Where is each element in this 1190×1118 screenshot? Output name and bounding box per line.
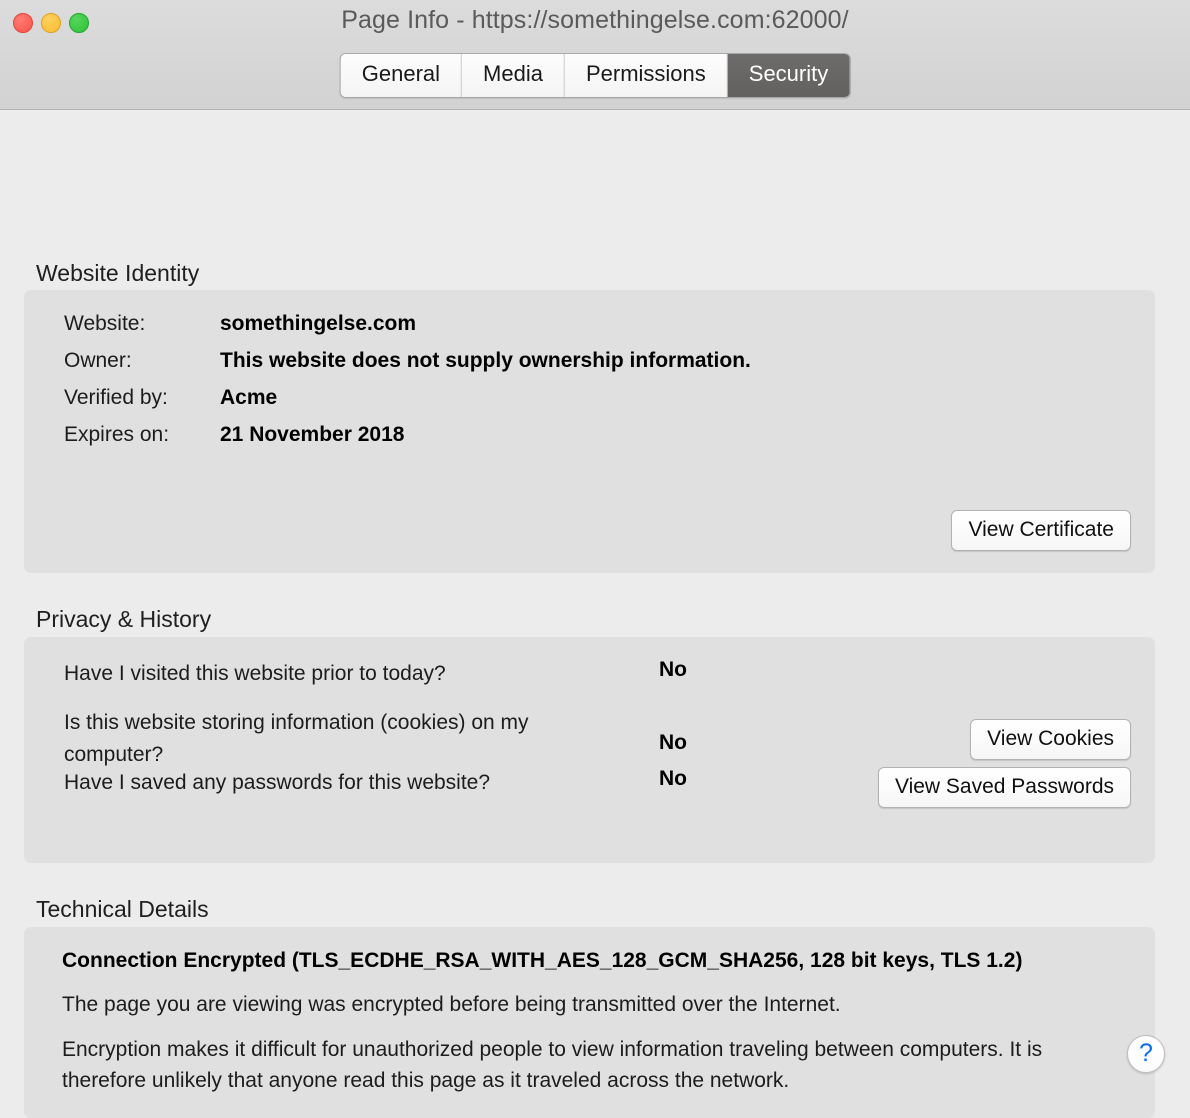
view-saved-passwords-button[interactable]: View Saved Passwords	[878, 767, 1131, 808]
identity-label-expires-on: Expires on:	[64, 423, 220, 447]
website-identity-heading: Website Identity	[36, 260, 199, 287]
identity-label-owner: Owner:	[64, 349, 220, 373]
privacy-history-heading: Privacy & History	[36, 606, 211, 633]
identity-row-expires-on: Expires on: 21 November 2018	[64, 423, 1155, 460]
view-cookies-button-wrap: View Cookies	[970, 719, 1131, 760]
view-certificate-button[interactable]: View Certificate	[951, 510, 1131, 551]
identity-label-website: Website:	[64, 312, 220, 336]
privacy-answer-cookies: No	[659, 731, 739, 755]
identity-row-owner: Owner: This website does not supply owne…	[64, 349, 1155, 386]
technical-details-paragraph-2: Encryption makes it difficult for unauth…	[62, 1034, 1127, 1096]
window-titlebar: Page Info - https://somethingelse.com:62…	[0, 0, 1190, 110]
tab-media[interactable]: Media	[462, 54, 565, 97]
identity-value-expires-on: 21 November 2018	[220, 423, 404, 447]
identity-label-verified-by: Verified by:	[64, 386, 220, 410]
identity-row-verified-by: Verified by: Acme	[64, 386, 1155, 423]
privacy-answer-visited: No	[659, 658, 739, 682]
security-panel-content: Website Identity Website: somethingelse.…	[0, 110, 1190, 1096]
technical-details-body: Connection Encrypted (TLS_ECDHE_RSA_WITH…	[24, 927, 1155, 1097]
tab-security[interactable]: Security	[728, 54, 849, 97]
privacy-history-panel: Have I visited this website prior to tod…	[24, 637, 1155, 863]
help-icon[interactable]: ?	[1127, 1035, 1165, 1073]
tab-general[interactable]: General	[341, 54, 462, 97]
connection-encrypted-heading: Connection Encrypted (TLS_ECDHE_RSA_WITH…	[62, 947, 1127, 974]
privacy-row-cookies: Is this website storing information (coo…	[64, 707, 1131, 770]
privacy-question-visited: Have I visited this website prior to tod…	[64, 658, 624, 690]
identity-value-verified-by: Acme	[220, 386, 277, 410]
tab-bar: General Media Permissions Security	[340, 53, 851, 98]
tab-permissions[interactable]: Permissions	[565, 54, 728, 97]
privacy-row-passwords: Have I saved any passwords for this webs…	[64, 767, 1131, 808]
website-identity-rows: Website: somethingelse.com Owner: This w…	[24, 290, 1155, 460]
technical-details-paragraph-1: The page you are viewing was encrypted b…	[62, 989, 1127, 1020]
identity-row-website: Website: somethingelse.com	[64, 312, 1155, 349]
identity-value-owner: This website does not supply ownership i…	[220, 349, 751, 373]
privacy-answer-passwords: No	[659, 767, 739, 791]
view-cookies-button[interactable]: View Cookies	[970, 719, 1131, 760]
view-saved-passwords-button-wrap: View Saved Passwords	[878, 767, 1131, 808]
privacy-question-cookies: Is this website storing information (coo…	[64, 707, 624, 770]
technical-details-panel: Connection Encrypted (TLS_ECDHE_RSA_WITH…	[24, 927, 1155, 1118]
privacy-row-visited: Have I visited this website prior to tod…	[64, 658, 1131, 690]
privacy-history-rows: Have I visited this website prior to tod…	[24, 637, 1155, 863]
privacy-question-passwords: Have I saved any passwords for this webs…	[64, 767, 624, 799]
technical-details-heading: Technical Details	[36, 896, 209, 923]
website-identity-panel: Website: somethingelse.com Owner: This w…	[24, 290, 1155, 573]
window-title: Page Info - https://somethingelse.com:62…	[0, 6, 1190, 35]
identity-value-website: somethingelse.com	[220, 312, 416, 336]
